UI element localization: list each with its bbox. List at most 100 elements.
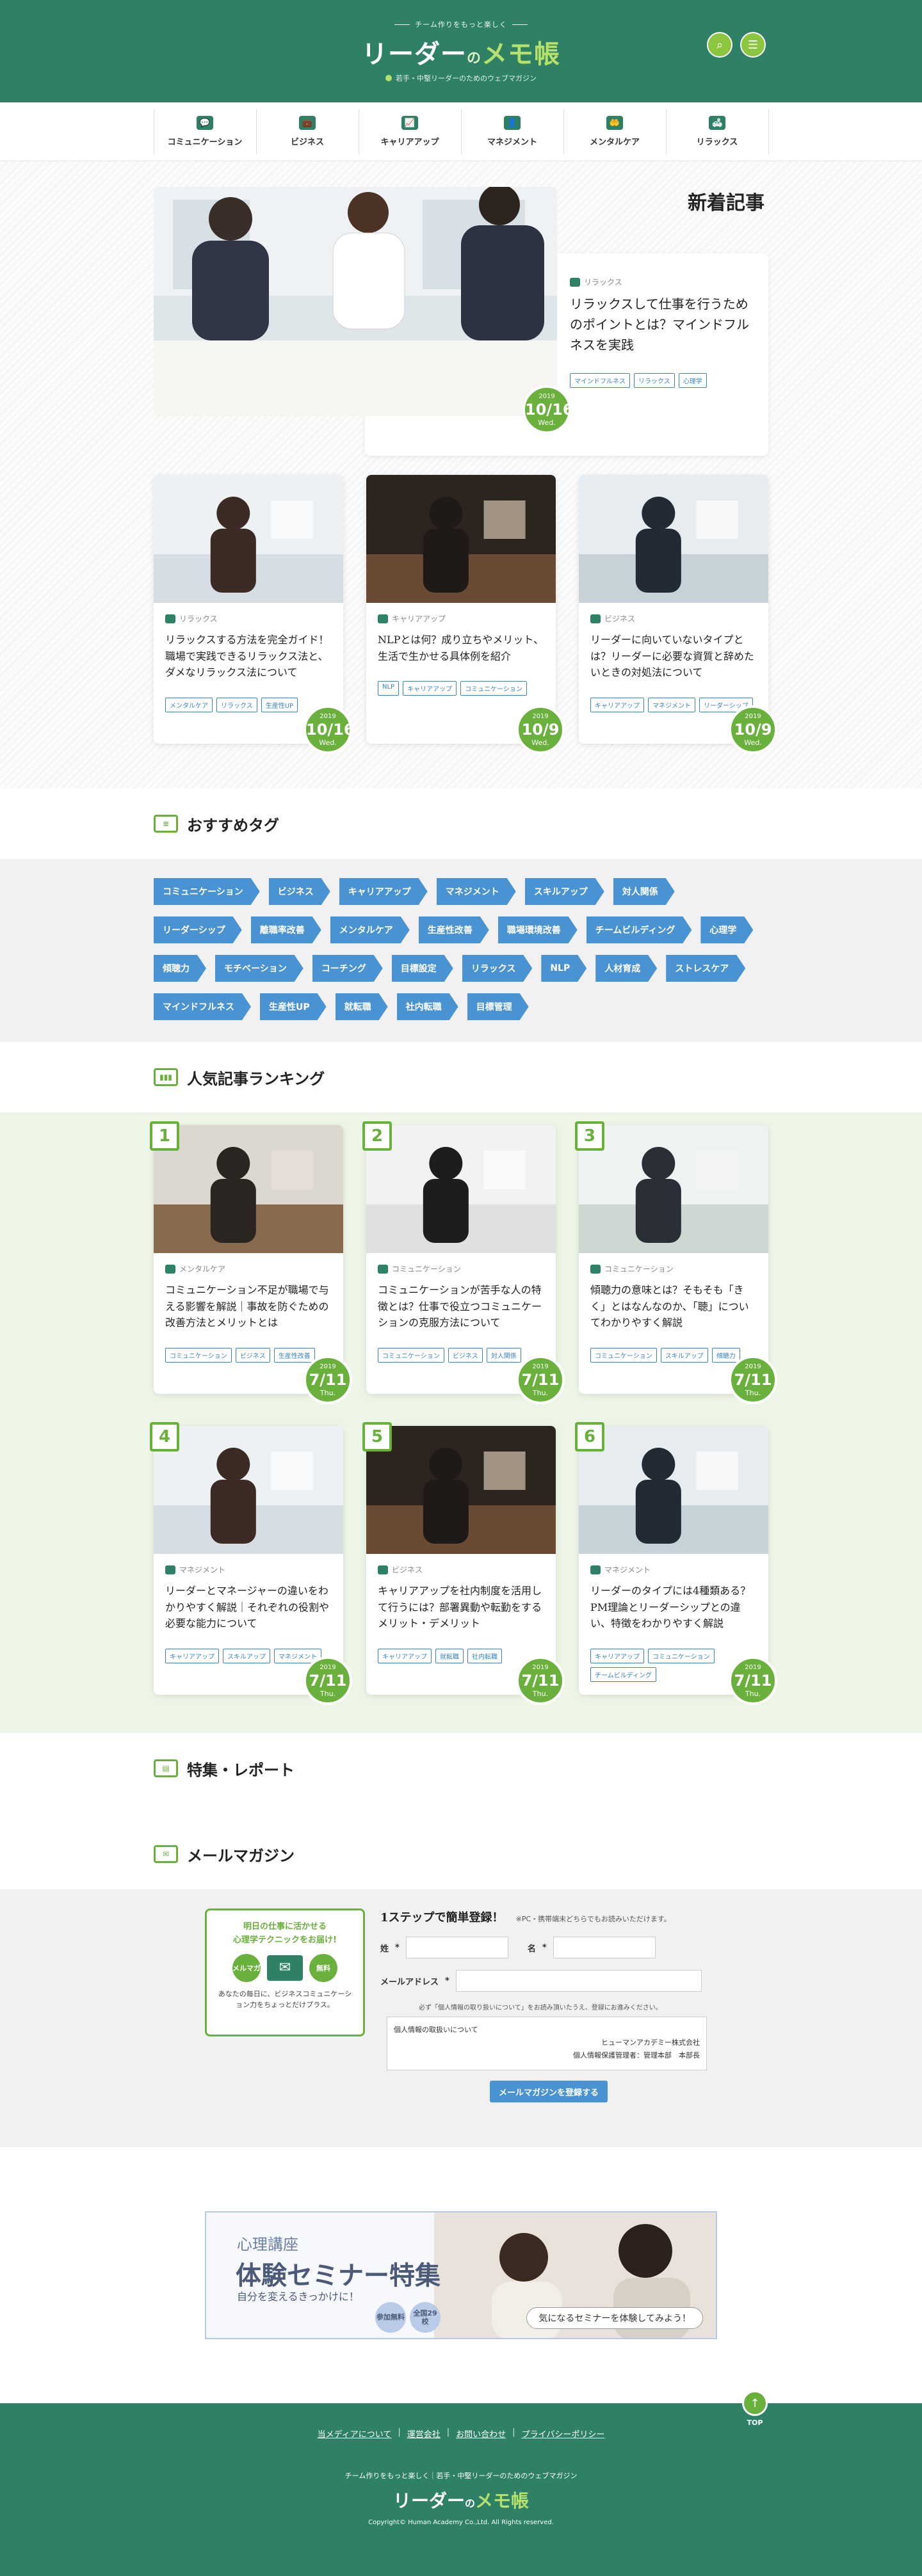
recommended-tag[interactable]: メンタルケア	[330, 916, 410, 943]
article-category[interactable]: メンタルケア	[165, 1263, 332, 1274]
recommended-tag[interactable]: 目標管理	[467, 993, 529, 1020]
recommended-tag[interactable]: 目標設定	[392, 955, 453, 982]
site-logo[interactable]: チーム作りをもっと楽しく リーダーのメモ帳 若手・中堅リーダーのためのウェブマガ…	[362, 19, 560, 83]
article-category[interactable]: マネジメント	[165, 1564, 332, 1575]
seminar-banner[interactable]: 心理講座 体験セミナー特集 自分を変えるきっかけに！ 参加無料 全国29校 気に…	[205, 2211, 717, 2339]
tag-link[interactable]: 生産性改善	[273, 1347, 315, 1363]
recommended-tag[interactable]: 傾聴力	[154, 955, 206, 982]
nav-item-1[interactable]: 💼 ビジネス	[257, 109, 359, 154]
subscribe-button[interactable]: メールマガジンを登録する	[490, 2081, 608, 2102]
footer-link[interactable]: 当メディアについて	[311, 2428, 398, 2440]
back-to-top-button[interactable]: ↑ TOP	[742, 2390, 768, 2427]
nav-item-5[interactable]: 🛋 リラックス	[667, 109, 769, 154]
tag-link[interactable]: キャリアアップ	[590, 697, 644, 712]
article-thumbnail[interactable]	[154, 1125, 343, 1253]
recommended-tag[interactable]: リラックス	[462, 955, 533, 982]
tag-link[interactable]: ビジネス	[448, 1347, 483, 1363]
tag-link[interactable]: マネジメント	[648, 697, 695, 712]
featured-category[interactable]: リラックス	[570, 276, 753, 287]
article-category[interactable]: コミュニケーション	[590, 1263, 757, 1274]
article-category[interactable]: マネジメント	[590, 1564, 757, 1575]
tag-link[interactable]: キャリアアップ	[590, 1648, 644, 1663]
tag-link[interactable]: コミュニケーション	[648, 1648, 715, 1663]
article-title[interactable]: コミュニケーションが苦手な人の特徴とは？仕事で役立つコミュニケーションの克服方法…	[378, 1282, 544, 1331]
recommended-tag[interactable]: 離職率改善	[251, 916, 321, 943]
featured-article-title[interactable]: リラックスして仕事を行うためのポイントとは？マインドフルネスを実践	[570, 294, 753, 355]
tag-link[interactable]: スキルアップ	[660, 1347, 708, 1363]
menu-button[interactable]: ☰	[740, 32, 766, 58]
footer-logo[interactable]: リーダーのメモ帳	[0, 2487, 922, 2513]
article-thumbnail[interactable]	[154, 475, 343, 603]
ranking-card[interactable]: 1 メンタルケア コミュニケーション不足が職場で与える影響を解説｜事故を防ぐための…	[150, 1121, 352, 1404]
tag-link[interactable]: コミュニケーション	[165, 1347, 232, 1363]
article-title[interactable]: リラックスする方法を完全ガイド！職場で実践できるリラックス法と、ダメなリラックス…	[165, 632, 332, 681]
article-title[interactable]: リーダーのタイプには4種類ある？PM理論とリーダーシップとの違い、特徴をわかりや…	[590, 1583, 757, 1632]
tag-link[interactable]: メンタルケア	[165, 697, 213, 712]
recommended-tag[interactable]: 生産性改善	[419, 916, 489, 943]
recommended-tag[interactable]: コミュニケーション	[154, 878, 260, 905]
article-category[interactable]: キャリアアップ	[378, 613, 544, 624]
tag-link[interactable]: NLP	[378, 681, 400, 696]
recommended-tag[interactable]: マネジメント	[437, 878, 516, 905]
article-title[interactable]: コミュニケーション不足が職場で与える影響を解説｜事故を防ぐための改善方法とメリッ…	[165, 1282, 332, 1331]
ranking-card[interactable]: 6 マネジメント リーダーのタイプには4種類ある？PM理論とリーダーシップとの違い…	[575, 1422, 777, 1705]
recommended-tag[interactable]: モチベーション	[215, 955, 303, 982]
nav-item-3[interactable]: 👤 マネジメント	[462, 109, 564, 154]
tag-link[interactable]: ビジネス	[235, 1347, 270, 1363]
footer-link[interactable]: お問い合わせ	[449, 2428, 512, 2440]
footer-link[interactable]: プライバシーポリシー	[515, 2428, 611, 2440]
tag-link[interactable]: 傾聴力	[711, 1347, 740, 1363]
article-title[interactable]: リーダーに向いていないタイプとは？リーダーに必要な資質と辞めたいときの対処法につ…	[590, 632, 757, 681]
article-category[interactable]: ビジネス	[590, 613, 757, 624]
article-title[interactable]: キャリアアップを社内制度を活用して行うには？部署異動や転勤をするメリット・デメリ…	[378, 1583, 544, 1632]
article-thumbnail[interactable]	[366, 1125, 556, 1253]
tag-link[interactable]: チームビルディング	[590, 1667, 656, 1682]
banner-cta[interactable]: 気になるセミナーを体験してみよう！	[526, 2307, 703, 2329]
article-thumbnail[interactable]	[579, 1426, 768, 1554]
nav-item-4[interactable]: 🤲 メンタルケア	[564, 109, 667, 154]
tag-link[interactable]: 対人関係	[486, 1347, 521, 1363]
tag-link[interactable]: コミュニケーション	[378, 1347, 444, 1363]
recommended-tag[interactable]: ビジネス	[269, 878, 330, 905]
ranking-card[interactable]: 3 コミュニケーション 傾聴力の意味とは？そもそも「きく」とはなんなのか、「聴」に…	[575, 1121, 777, 1404]
recommended-tag[interactable]: 人材育成	[595, 955, 657, 982]
tag-link[interactable]: キャリアアップ	[165, 1648, 219, 1663]
featured-article-image[interactable]	[154, 187, 557, 416]
privacy-policy-box[interactable]: 個人情報の取扱いについて ヒューマンアカデミー株式会社 個人情報保護管理者：管理…	[387, 2017, 707, 2070]
ranking-card[interactable]: 5 ビジネス キャリアアップを社内制度を活用して行うには？部署異動や転勤をするメリ…	[362, 1422, 565, 1705]
nav-item-2[interactable]: 📈 キャリアアップ	[359, 109, 462, 154]
tag-link[interactable]: コミュニケーション	[460, 681, 527, 696]
article-card[interactable]: ビジネスリーダーに向いていないタイプとは？リーダーに必要な資質と辞めたいときの対…	[579, 475, 777, 754]
tag-link[interactable]: スキルアップ	[223, 1648, 270, 1663]
tag-link[interactable]: キャリアアップ	[378, 1648, 432, 1663]
article-title[interactable]: NLPとは何？成り立ちやメリット、生活で生かせる具体例を紹介	[378, 632, 544, 664]
recommended-tag[interactable]: 職場環境改善	[498, 916, 578, 943]
ranking-card[interactable]: 2 コミュニケーション コミュニケーションが苦手な人の特徴とは？仕事で役立つコミュ…	[362, 1121, 565, 1404]
recommended-tag[interactable]: マインドフルネス	[154, 993, 251, 1020]
email-input[interactable]	[455, 1970, 702, 1992]
tag-link[interactable]: コミュニケーション	[590, 1347, 657, 1363]
first-name-input[interactable]	[553, 1937, 656, 1958]
tag-link[interactable]: リラックス	[634, 373, 675, 388]
article-category[interactable]: ビジネス	[378, 1564, 544, 1575]
nav-item-0[interactable]: 💬 コミュニケーション	[154, 109, 257, 154]
recommended-tag[interactable]: 心理学	[700, 916, 753, 943]
footer-link[interactable]: 運営会社	[401, 2428, 447, 2440]
article-title[interactable]: 傾聴力の意味とは？そもそも「きく」とはなんなのか、「聴」についてわかりやすく解説	[590, 1282, 757, 1331]
article-thumbnail[interactable]	[579, 1125, 768, 1253]
recommended-tag[interactable]: 就転職	[336, 993, 388, 1020]
article-category[interactable]: リラックス	[165, 613, 332, 624]
recommended-tag[interactable]: チームビルディング	[586, 916, 692, 943]
tag-link[interactable]: マインドフルネス	[570, 373, 630, 388]
recommended-tag[interactable]: リーダーシップ	[154, 916, 242, 943]
article-thumbnail[interactable]	[366, 1426, 556, 1554]
last-name-input[interactable]	[405, 1937, 508, 1958]
article-category[interactable]: コミュニケーション	[378, 1263, 544, 1274]
recommended-tag[interactable]: キャリアアップ	[339, 878, 428, 905]
article-thumbnail[interactable]	[366, 475, 556, 603]
recommended-tag[interactable]: 社内転職	[397, 993, 458, 1020]
tag-link[interactable]: 心理学	[678, 373, 707, 388]
article-title[interactable]: リーダーとマネージャーの違いをわかりやすく解説｜それぞれの役割や必要な能力につい…	[165, 1583, 332, 1632]
recommended-tag[interactable]: 対人関係	[613, 878, 675, 905]
ranking-card[interactable]: 4 マネジメント リーダーとマネージャーの違いをわかりやすく解説｜それぞれの役割や…	[150, 1422, 352, 1705]
